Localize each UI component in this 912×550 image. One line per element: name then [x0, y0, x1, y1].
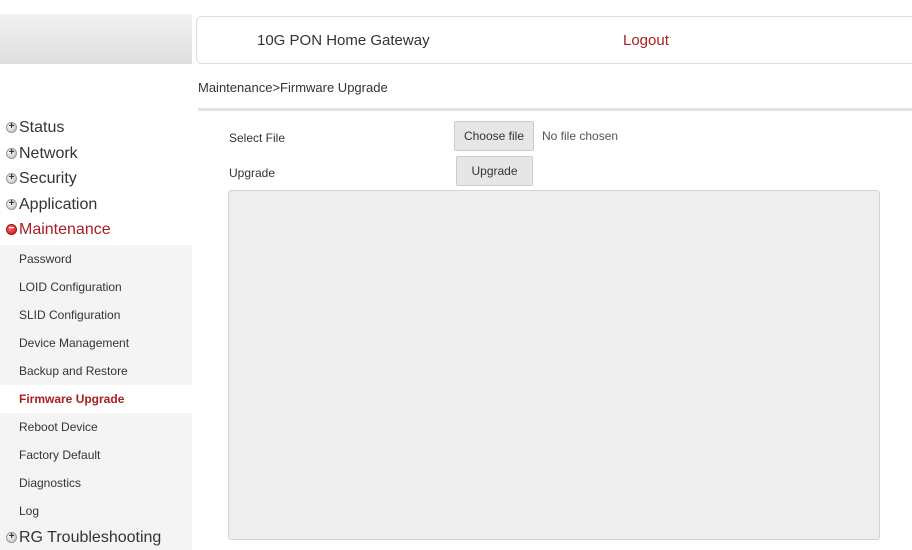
upgrade-output-textarea[interactable] [228, 190, 880, 540]
expand-plus-icon: + [6, 173, 17, 184]
expand-plus-icon: + [6, 532, 17, 543]
menu-application[interactable]: + Application [0, 192, 192, 218]
content-divider [198, 108, 912, 111]
menu-label: Application [19, 196, 97, 213]
submenu-item-backup-and-restore[interactable]: Backup and Restore [0, 357, 192, 385]
app-title: 10G PON Home Gateway [257, 32, 430, 49]
top-left-banner [0, 14, 192, 64]
menu-status[interactable]: + Status [0, 115, 192, 141]
file-status-text: No file chosen [542, 129, 618, 143]
upgrade-label: Upgrade [229, 166, 275, 180]
select-file-label: Select File [229, 131, 285, 145]
expand-plus-icon: + [6, 148, 17, 159]
breadcrumb: Maintenance>Firmware Upgrade [198, 80, 388, 95]
collapse-minus-icon: − [6, 224, 17, 235]
header-bar: 10G PON Home Gateway Logout [196, 16, 912, 64]
submenu-item-firmware-upgrade[interactable]: Firmware Upgrade [0, 385, 192, 413]
menu-security[interactable]: + Security [0, 166, 192, 192]
choose-file-button[interactable]: Choose file [454, 121, 534, 151]
submenu-item-diagnostics[interactable]: Diagnostics [0, 469, 192, 497]
submenu-item-log[interactable]: Log [0, 497, 192, 525]
upgrade-button[interactable]: Upgrade [456, 156, 533, 186]
menu-label: RG Troubleshooting [19, 529, 161, 546]
menu-maintenance[interactable]: − Maintenance [0, 217, 192, 243]
expand-plus-icon: + [6, 199, 17, 210]
submenu-item-password[interactable]: Password [0, 245, 192, 273]
menu-label: Status [19, 119, 64, 136]
menu-rg-troubleshooting[interactable]: + RG Troubleshooting [0, 525, 192, 550]
logout-link[interactable]: Logout [623, 32, 669, 49]
submenu-item-loid-configuration[interactable]: LOID Configuration [0, 273, 192, 301]
menu-label: Security [19, 170, 77, 187]
menu-label: Maintenance [19, 221, 111, 238]
submenu-item-device-management[interactable]: Device Management [0, 329, 192, 357]
submenu-item-factory-default[interactable]: Factory Default [0, 441, 192, 469]
menu-network[interactable]: + Network [0, 141, 192, 167]
sidebar: + Status + Network + Security + Applicat… [0, 115, 192, 550]
maintenance-submenu: Password LOID Configuration SLID Configu… [0, 245, 192, 525]
menu-label: Network [19, 145, 78, 162]
submenu-item-slid-configuration[interactable]: SLID Configuration [0, 301, 192, 329]
expand-plus-icon: + [6, 122, 17, 133]
submenu-item-reboot-device[interactable]: Reboot Device [0, 413, 192, 441]
